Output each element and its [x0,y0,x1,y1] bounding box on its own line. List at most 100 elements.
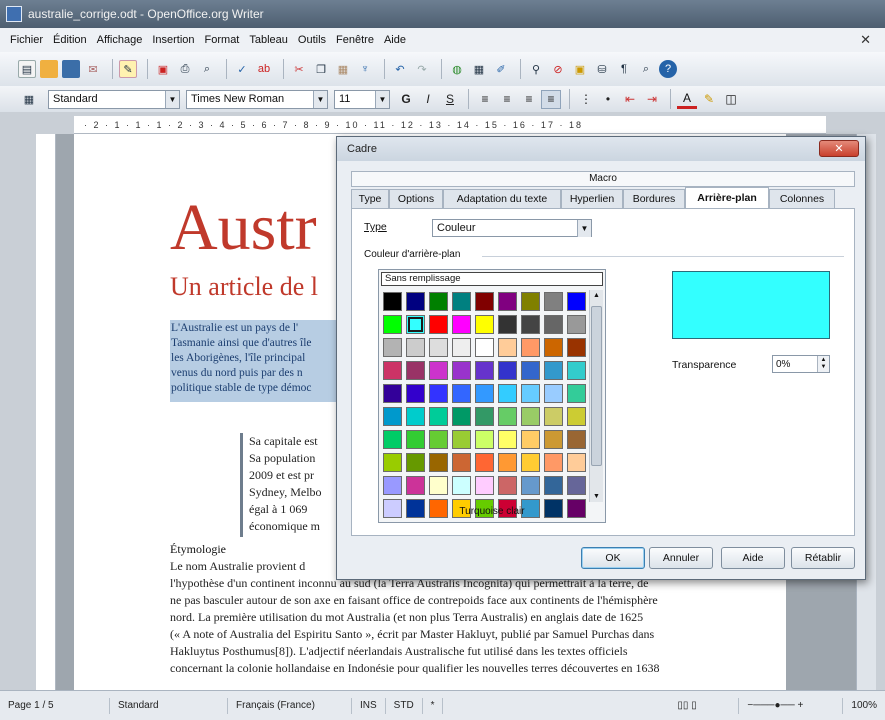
color-swatch[interactable] [567,476,586,495]
help-icon[interactable]: ? [659,60,677,78]
document-subtitle[interactable]: Un article de l [170,272,318,302]
menu-affichage[interactable]: Affichage [97,34,143,46]
email-icon[interactable]: ✉ [84,60,102,78]
tab-adaptation-texte[interactable]: Adaptation du texte [443,189,561,208]
menu-outils[interactable]: Outils [298,34,326,46]
underline-icon[interactable]: S [440,90,460,109]
color-swatch[interactable] [521,361,540,380]
new-document-icon[interactable]: ▤ [18,60,36,78]
font-name-combo[interactable]: Times New Roman ▼ [186,89,328,109]
paste-icon[interactable]: ▦ [334,60,352,78]
color-swatch[interactable] [452,361,471,380]
selection-mode[interactable]: STD [386,697,423,714]
zoom-slider[interactable]: −───●── + [739,697,844,714]
color-swatch[interactable] [383,384,402,403]
print-preview-icon[interactable]: ⌕ [198,60,216,78]
chevron-down-icon[interactable]: ▼ [375,90,389,108]
color-swatch[interactable] [406,361,425,380]
color-swatch[interactable] [521,430,540,449]
document-title[interactable]: Austr [170,190,317,266]
page-style[interactable]: Standard [110,697,228,714]
color-swatch[interactable] [475,384,494,403]
cut-icon[interactable]: ✂ [290,60,308,78]
tab-hyperlien[interactable]: Hyperlien [561,189,623,208]
tab-macro[interactable]: Macro [351,171,855,187]
color-swatch[interactable] [429,407,448,426]
show-draw-functions-icon[interactable]: ✐ [492,60,510,78]
color-swatch[interactable] [521,315,540,334]
cancel-button[interactable]: Annuler [649,547,713,569]
color-swatch[interactable] [406,430,425,449]
color-swatch[interactable] [544,361,563,380]
scroll-up-icon[interactable]: ▲ [593,292,600,299]
color-swatch[interactable] [383,430,402,449]
color-swatch[interactable] [406,292,425,311]
color-swatch[interactable] [544,292,563,311]
color-swatch[interactable] [429,292,448,311]
color-swatch[interactable] [567,384,586,403]
color-swatch[interactable] [521,338,540,357]
export-pdf-icon[interactable]: ▣ [154,60,172,78]
color-swatch[interactable] [498,407,517,426]
color-swatch[interactable] [406,338,425,357]
color-swatch[interactable] [475,292,494,311]
menu-edition[interactable]: Édition [53,34,87,46]
no-fill-option[interactable]: Sans remplissage [381,272,603,286]
tab-arriere-plan[interactable]: Arrière-plan [685,187,769,208]
help-button[interactable]: Aide [721,547,785,569]
color-swatch[interactable] [498,476,517,495]
color-swatch[interactable] [406,453,425,472]
color-swatch[interactable] [498,384,517,403]
color-swatch[interactable] [406,476,425,495]
highlighting-icon[interactable]: ✎ [699,90,719,109]
color-swatch[interactable] [521,407,540,426]
color-swatch[interactable] [452,476,471,495]
chevron-down-icon[interactable]: ▼ [313,90,327,108]
align-center-icon[interactable]: ≡ [497,90,517,109]
color-swatch[interactable] [567,361,586,380]
color-swatch[interactable] [383,407,402,426]
save-icon[interactable] [62,60,80,78]
color-swatch[interactable] [406,315,425,334]
vertical-ruler[interactable] [36,134,56,690]
font-color-icon[interactable]: A [677,90,697,109]
color-swatch[interactable] [452,338,471,357]
horizontal-ruler[interactable]: · 2 · 1 · 1 · 1 · 2 · 3 · 4 · 5 · 6 · 7 … [74,116,826,134]
justify-icon[interactable]: ≡ [541,89,561,109]
print-icon[interactable]: ⎙ [176,60,194,78]
color-swatch[interactable] [383,361,402,380]
type-select[interactable]: Couleur ▼ [432,219,592,237]
palette-scrollbar[interactable]: ▲ ▼ [589,290,603,502]
text-frame[interactable]: Sa capitale est Sa population 2009 et es… [240,433,338,537]
redo-icon[interactable]: ↷ [413,60,431,78]
color-swatch[interactable] [567,292,586,311]
color-swatch[interactable] [475,476,494,495]
color-swatch[interactable] [383,315,402,334]
color-swatch[interactable] [544,476,563,495]
color-swatch[interactable] [498,361,517,380]
color-swatch[interactable] [452,384,471,403]
chevron-down-icon[interactable]: ▼ [165,90,179,108]
copy-icon[interactable]: ❐ [312,60,330,78]
color-swatch[interactable] [544,407,563,426]
color-swatch[interactable] [452,292,471,311]
color-swatch[interactable] [429,476,448,495]
menu-format[interactable]: Format [205,34,240,46]
color-swatch[interactable] [521,476,540,495]
color-swatch[interactable] [406,407,425,426]
spellcheck-icon[interactable]: ✓ [233,60,251,78]
bullets-icon[interactable]: • [598,90,618,109]
scroll-down-icon[interactable]: ▼ [593,493,600,500]
color-swatch[interactable] [383,292,402,311]
color-swatch[interactable] [383,476,402,495]
background-color-icon[interactable]: ◫ [721,90,741,109]
color-swatch[interactable] [544,453,563,472]
color-swatch[interactable] [521,292,540,311]
menu-fichier[interactable]: Fichier [10,34,43,46]
color-swatch[interactable] [475,430,494,449]
tab-bordures[interactable]: Bordures [623,189,685,208]
reset-button[interactable]: Rétablir [791,547,855,569]
document-close-icon[interactable]: ✕ [860,32,871,48]
zoom-icon[interactable]: ⌕ [637,60,655,78]
paragraph-style-combo[interactable]: Standard ▼ [48,89,180,109]
